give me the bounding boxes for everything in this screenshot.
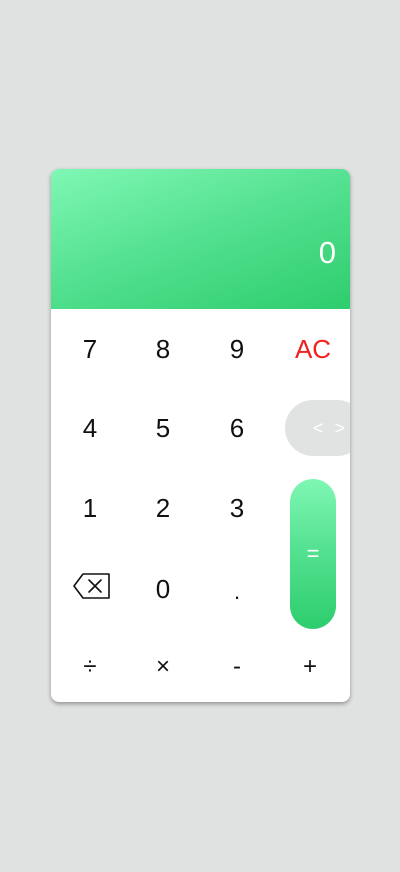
backspace-icon bbox=[72, 572, 112, 600]
backspace-button[interactable] bbox=[55, 551, 129, 621]
toggle-button[interactable]: < > bbox=[285, 400, 350, 456]
key-9[interactable]: 9 bbox=[200, 314, 274, 384]
key-1[interactable]: 1 bbox=[53, 473, 127, 543]
equals-button[interactable]: = bbox=[290, 479, 336, 629]
key-0[interactable]: 0 bbox=[126, 554, 200, 624]
key-8[interactable]: 8 bbox=[126, 314, 200, 384]
display-value: 0 bbox=[318, 235, 336, 270]
key-7[interactable]: 7 bbox=[53, 314, 127, 384]
divide-button[interactable]: ÷ bbox=[53, 632, 127, 702]
key-4[interactable]: 4 bbox=[53, 393, 127, 463]
multiply-button[interactable]: × bbox=[126, 632, 200, 702]
add-button[interactable]: + bbox=[273, 632, 347, 702]
key-6[interactable]: 6 bbox=[200, 393, 274, 463]
key-5[interactable]: 5 bbox=[126, 393, 200, 463]
subtract-button[interactable]: - bbox=[200, 632, 274, 702]
key-2[interactable]: 2 bbox=[126, 473, 200, 543]
clear-button[interactable]: AC bbox=[276, 314, 350, 384]
calculator: 0 7 8 9 AC 4 5 6 < > 1 2 3 0 . ÷ × - + = bbox=[51, 169, 350, 702]
display-panel: 0 bbox=[51, 169, 350, 309]
key-3[interactable]: 3 bbox=[200, 473, 274, 543]
key-decimal[interactable]: . bbox=[200, 554, 274, 624]
